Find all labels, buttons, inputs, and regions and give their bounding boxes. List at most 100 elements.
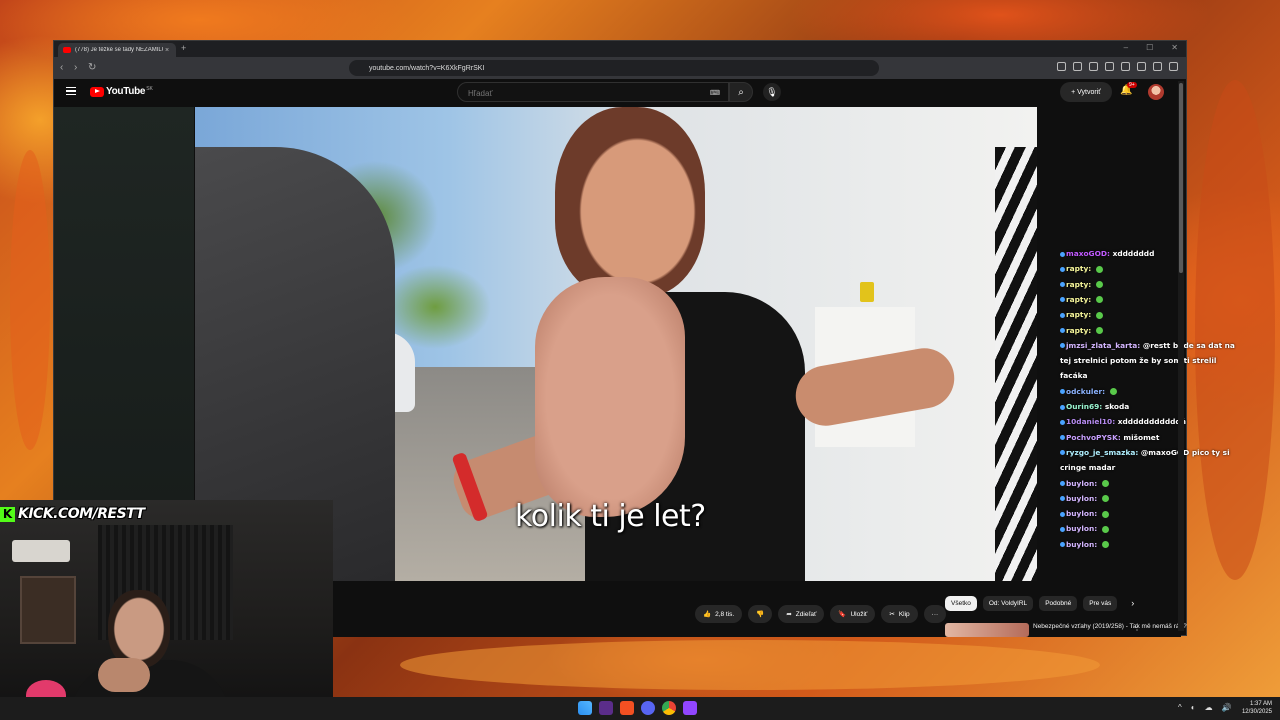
chat-emote-icon bbox=[1101, 510, 1109, 518]
extension-icon[interactable] bbox=[1073, 62, 1082, 71]
chip-all[interactable]: Všetko bbox=[945, 596, 977, 611]
keyboard-icon[interactable]: ⌨ bbox=[710, 89, 720, 97]
extension-icon[interactable] bbox=[1153, 62, 1162, 71]
recommendation-thumbnail[interactable] bbox=[945, 623, 1029, 637]
search-button[interactable]: ⌕ bbox=[729, 82, 753, 102]
clip-button[interactable]: ✂ Klip bbox=[881, 605, 918, 623]
youtube-logo[interactable]: YouTube SK bbox=[90, 86, 153, 97]
recommendation-title[interactable]: Nebezpečné vzťahy (2019/258) - Tak mě ne… bbox=[1033, 623, 1187, 630]
discord-icon[interactable] bbox=[641, 701, 655, 715]
new-tab-button[interactable]: + bbox=[181, 43, 186, 53]
webcam-air-conditioner bbox=[12, 540, 70, 562]
volume-icon[interactable]: 🔊 bbox=[1222, 703, 1232, 712]
chrome-icon[interactable] bbox=[662, 701, 676, 715]
close-window-button[interactable]: ✕ bbox=[1171, 43, 1178, 52]
minimize-button[interactable]: – bbox=[1124, 43, 1128, 52]
chat-message: rapty: bbox=[1060, 326, 1230, 336]
more-actions-button[interactable]: ··· bbox=[923, 605, 947, 623]
chat-badge-icon bbox=[1060, 328, 1065, 333]
chat-message: facáka bbox=[1060, 371, 1230, 381]
wallpaper-leaves bbox=[400, 640, 1100, 690]
chat-badge-icon bbox=[1060, 542, 1065, 548]
reload-button[interactable]: ↻ bbox=[88, 62, 96, 73]
forward-button[interactable]: › bbox=[74, 62, 77, 73]
chat-message: PochvoPYSK: mišomet bbox=[1060, 433, 1230, 443]
twitch-icon[interactable] bbox=[683, 701, 697, 715]
kick-watermark: K KICK.COM/RESTT bbox=[0, 505, 145, 523]
youtube-header: YouTube SK ⌨ ⌕ 🎙 + Vytvoriť 🔔 9+ bbox=[54, 79, 1186, 107]
dislike-button[interactable]: 👎 bbox=[748, 605, 773, 623]
chip-related[interactable]: Podobné bbox=[1039, 596, 1078, 611]
scrollbar-thumb[interactable] bbox=[1179, 83, 1183, 273]
url-field[interactable]: youtube.com/watch?v=K6XkFgRrSKI bbox=[349, 60, 879, 76]
chat-username: 10daniel10: bbox=[1066, 417, 1116, 427]
chat-message: odckuler: bbox=[1060, 387, 1230, 397]
chat-badge-icon bbox=[1060, 343, 1065, 349]
like-button[interactable]: 👍 2,8 tis. bbox=[695, 605, 743, 623]
chat-username: buylon: bbox=[1066, 493, 1098, 503]
tab-strip: (778) Je těžké se tady NEZAMILOVAT × + –… bbox=[54, 41, 1186, 57]
voice-search-button[interactable]: 🎙 bbox=[763, 83, 781, 101]
chat-text: xddddddd bbox=[1112, 249, 1155, 258]
chevron-right-icon[interactable]: › bbox=[1131, 596, 1134, 611]
webcam-overlay bbox=[0, 500, 333, 720]
video-striped-jacket bbox=[995, 147, 1037, 581]
save-button[interactable]: 🔖 Uložiť bbox=[830, 605, 876, 623]
chat-badge-icon bbox=[1060, 481, 1065, 486]
chat-username: buylon: bbox=[1066, 539, 1098, 549]
tray-expand-icon[interactable]: ^ bbox=[1178, 703, 1182, 712]
extension-icon[interactable] bbox=[1137, 62, 1146, 71]
taskbar-apps bbox=[578, 701, 697, 715]
extension-icon[interactable] bbox=[1105, 62, 1114, 71]
tray-app-icon[interactable]: ◐ bbox=[1191, 703, 1196, 712]
share-button[interactable]: ➦ Zdieľať bbox=[778, 605, 825, 623]
chat-badge-icon bbox=[1060, 389, 1065, 395]
chat-text: @restt bude sa dat na bbox=[1142, 340, 1235, 350]
chat-username: jmzsi_zlata_karta: bbox=[1066, 340, 1141, 350]
window-controls: – ☐ ✕ bbox=[1124, 43, 1178, 52]
chat-message: rapty: bbox=[1060, 310, 1230, 320]
chat-emote-icon bbox=[1095, 265, 1103, 273]
extension-icon[interactable] bbox=[1089, 62, 1098, 71]
brave-browser-icon[interactable] bbox=[620, 701, 634, 715]
search-input[interactable] bbox=[466, 88, 690, 99]
chat-emote-icon bbox=[1101, 480, 1109, 487]
back-button[interactable]: ‹ bbox=[60, 62, 63, 73]
chat-message: maxoGOD: xddddddd bbox=[1060, 249, 1230, 259]
chat-badge-icon bbox=[1060, 404, 1065, 410]
chat-emote-icon bbox=[1101, 495, 1109, 503]
chat-emote-icon bbox=[1095, 296, 1103, 304]
windows-start-icon[interactable] bbox=[578, 701, 592, 715]
create-button[interactable]: + Vytvoriť bbox=[1060, 82, 1112, 102]
chat-message: buylon: bbox=[1060, 479, 1230, 489]
app-icon[interactable] bbox=[599, 701, 613, 715]
chat-badge-icon bbox=[1060, 297, 1065, 303]
chat-text: skoda bbox=[1104, 402, 1130, 411]
clock[interactable]: 1:37 AM 12/30/2025 bbox=[1238, 700, 1272, 716]
kick-logo-icon: K bbox=[0, 506, 15, 522]
chat-username: PochvoPYSK: bbox=[1066, 432, 1121, 442]
avatar[interactable] bbox=[1148, 84, 1164, 100]
maximize-button[interactable]: ☐ bbox=[1146, 43, 1153, 52]
menu-icon[interactable] bbox=[1169, 62, 1178, 71]
extension-icon[interactable] bbox=[1057, 62, 1066, 71]
tab-youtube[interactable]: (778) Je těžké se tady NEZAMILOVAT × bbox=[58, 43, 176, 57]
chat-username: ryzgo_je_smazka: bbox=[1066, 447, 1139, 457]
chip-from-channel[interactable]: Od: VoldyIRL bbox=[982, 596, 1034, 611]
clock-time: 1:37 AM bbox=[1249, 701, 1272, 707]
action-bar: 👍 2,8 tis. 👎 ➦ Zdieľať 🔖 Uložiť ✂ Klip ·… bbox=[695, 605, 947, 623]
chat-message: 10daniel10: xdddddddddddń bbox=[1060, 417, 1230, 427]
extension-icon[interactable] bbox=[1121, 62, 1130, 71]
chat-message: jmzsi_zlata_karta: @restt bude sa dat na bbox=[1060, 340, 1235, 351]
chat-message: buylon: bbox=[1060, 509, 1230, 519]
taskbar: ^ ◐ ☁ 🔊 1:37 AM 12/30/2025 bbox=[0, 697, 1280, 720]
chip-for-you[interactable]: Pre vás bbox=[1083, 596, 1118, 611]
network-icon[interactable]: ☁ bbox=[1205, 703, 1213, 712]
chat-badge-icon bbox=[1060, 266, 1065, 272]
close-tab-icon[interactable]: × bbox=[165, 47, 169, 54]
chat-badge-icon bbox=[1060, 526, 1065, 532]
share-label: Zdieľať bbox=[795, 610, 817, 618]
hamburger-menu-icon[interactable] bbox=[66, 87, 76, 95]
save-label: Uložiť bbox=[850, 610, 868, 618]
kebab-menu-icon[interactable]: ⋮ bbox=[1133, 623, 1141, 632]
